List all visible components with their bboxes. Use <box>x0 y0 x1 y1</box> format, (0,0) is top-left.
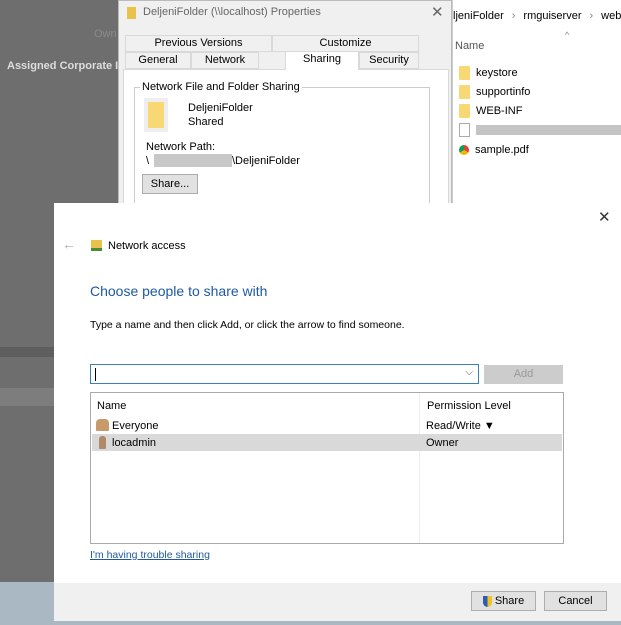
properties-dialog: DeljeniFolder (\\localhost) Properties ✕… <box>118 0 452 211</box>
file-name: supportinfo <box>476 86 531 98</box>
breadcrumb-item[interactable]: web <box>601 10 621 22</box>
file-icon <box>459 123 470 137</box>
breadcrumb-item[interactable]: ljeniFolder <box>453 10 504 22</box>
bg-divider <box>0 347 54 357</box>
breadcrumb[interactable]: ljeniFolder › rmguiserver › web <box>453 10 621 22</box>
close-icon[interactable]: ✕ <box>431 3 444 21</box>
row-name: Everyone <box>112 420 159 432</box>
tab-panel: Network File and Folder Sharing DeljeniF… <box>123 69 449 211</box>
chevron-right-icon: › <box>511 10 516 22</box>
breadcrumb-item[interactable]: rmguiserver <box>523 10 581 22</box>
folder-status: Shared <box>188 116 224 128</box>
chevron-right-icon: › <box>589 10 594 22</box>
list-item[interactable]: sample.pdf <box>459 142 529 158</box>
network-path-prefix: \ <box>146 155 150 167</box>
table-row[interactable]: locadmin Owner <box>92 434 562 451</box>
file-name-redacted <box>476 125 621 135</box>
list-item[interactable] <box>459 122 621 138</box>
add-button[interactable]: Add <box>484 365 563 384</box>
permission-dropdown[interactable]: Read/Write ▼ <box>426 420 495 432</box>
name-input[interactable]: ⌵ <box>90 364 479 384</box>
file-name: keystore <box>476 67 518 79</box>
page-heading: Choose people to share with <box>90 283 268 299</box>
dialog-title: Network access <box>108 240 186 252</box>
folder-icon <box>459 85 470 99</box>
chevron-down-icon[interactable]: ⌵ <box>465 367 473 378</box>
shared-folder-icon <box>144 98 168 132</box>
explorer-window: ljeniFolder › rmguiserver › web ^ Name key… <box>452 0 621 210</box>
user-icon <box>99 436 106 449</box>
column-divider <box>419 393 420 543</box>
sort-up-icon: ^ <box>565 30 570 40</box>
network-path-suffix: \DeljeniFolder <box>232 155 300 167</box>
share-ellipsis-button[interactable]: Share... <box>142 174 198 194</box>
column-header-permission[interactable]: Permission Level <box>427 400 511 412</box>
network-access-dialog: ✕ ← Network access Choose people to shar… <box>54 203 621 621</box>
column-header-name[interactable]: Name <box>97 400 126 412</box>
users-group-icon <box>96 419 109 431</box>
instruction-text: Type a name and then click Add, or click… <box>90 319 405 331</box>
table-row[interactable]: Everyone Read/Write ▼ <box>92 417 562 434</box>
tab-network[interactable]: Network <box>191 52 259 69</box>
network-path-redacted <box>154 154 232 167</box>
share-button-label: Share <box>494 595 525 607</box>
tab-previous-versions[interactable]: Previous Versions <box>125 35 272 52</box>
help-link[interactable]: I'm having trouble sharing <box>90 549 210 561</box>
close-icon[interactable]: ✕ <box>598 208 611 226</box>
file-name: WEB-INF <box>476 105 523 117</box>
tab-sharing[interactable]: Sharing <box>285 51 359 70</box>
dialog-footer: Share Cancel <box>54 583 621 621</box>
folder-icon <box>459 104 470 118</box>
folder-icon <box>127 7 136 19</box>
file-name: sample.pdf <box>475 144 529 156</box>
tab-security[interactable]: Security <box>359 52 419 69</box>
network-path-label: Network Path: <box>146 141 216 153</box>
bg-divider <box>0 388 54 406</box>
folder-icon <box>459 66 470 80</box>
cancel-button[interactable]: Cancel <box>544 591 607 611</box>
text-cursor <box>95 368 96 381</box>
permission-value: Owner <box>426 437 459 449</box>
row-name: locadmin <box>112 437 157 449</box>
tab-customize[interactable]: Customize <box>272 35 419 52</box>
back-arrow-icon[interactable]: ← <box>62 236 76 252</box>
group-title: Network File and Folder Sharing <box>140 81 302 93</box>
share-button[interactable]: Share <box>471 591 536 611</box>
list-item[interactable]: WEB-INF <box>459 103 522 119</box>
folder-name: DeljeniFolder <box>188 102 253 114</box>
chrome-pdf-icon <box>459 145 469 155</box>
tab-general[interactable]: General <box>125 52 191 69</box>
list-item[interactable]: keystore <box>459 65 518 81</box>
bg-label-assigned: Assigned Corporate I <box>7 60 119 72</box>
uac-shield-icon <box>482 595 492 607</box>
properties-title: DeljeniFolder (\\localhost) Properties <box>143 6 321 18</box>
bg-label-owner: Own <box>94 28 117 40</box>
network-access-icon <box>91 240 102 251</box>
column-name[interactable]: Name <box>455 40 484 52</box>
permissions-table: Name Permission Level Everyone Read/Writ… <box>90 392 564 544</box>
list-item[interactable]: supportinfo <box>459 84 530 100</box>
